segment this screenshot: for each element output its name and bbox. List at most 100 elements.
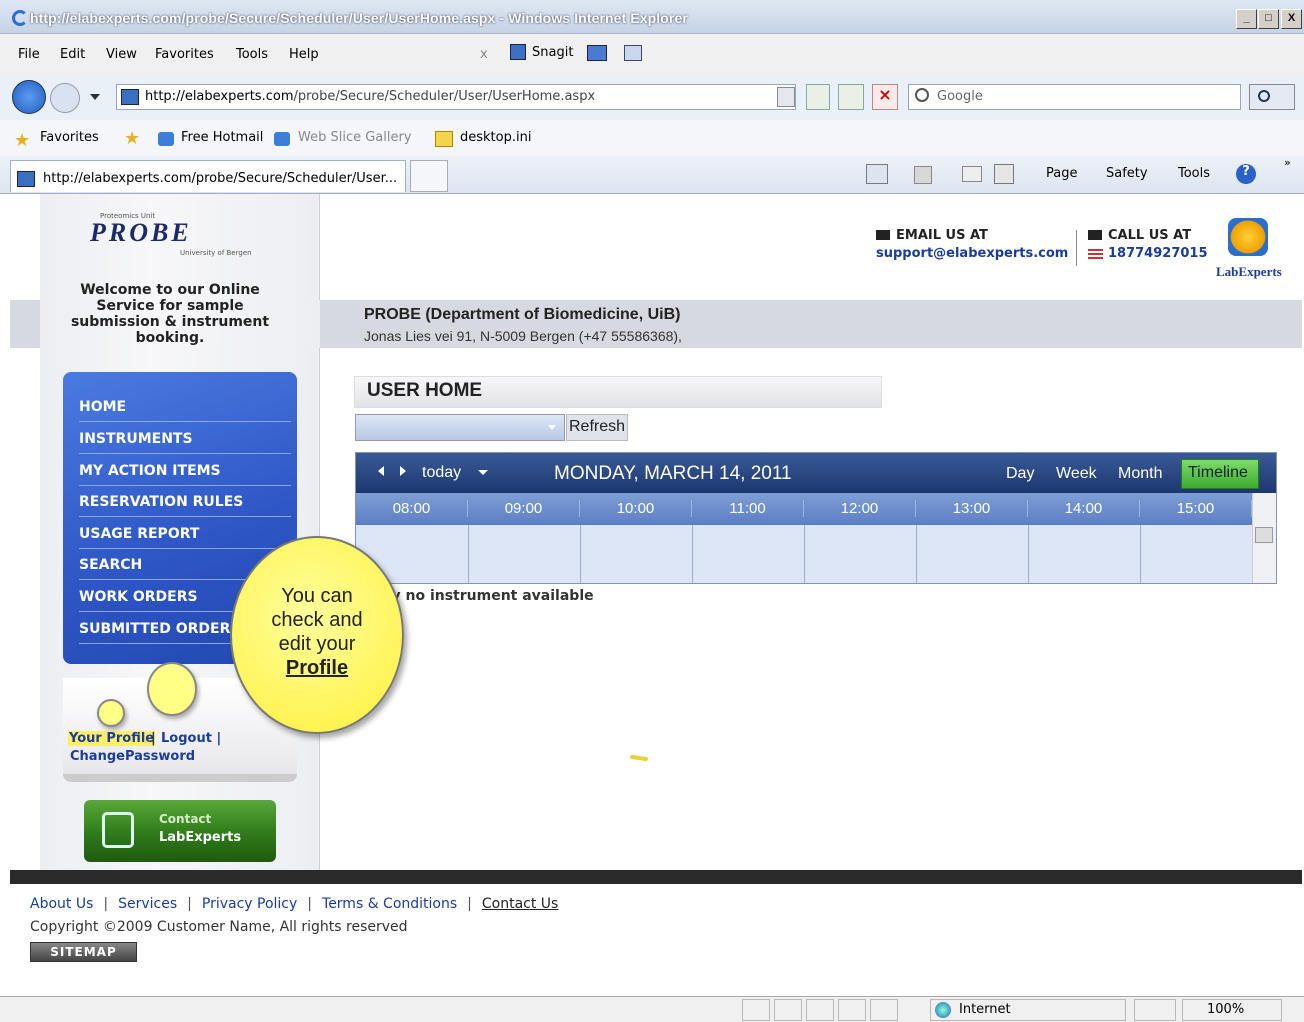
- add-favorite-icon[interactable]: ★: [124, 128, 140, 149]
- menu-file[interactable]: File: [18, 47, 40, 62]
- hour-header: 08:00 09:00 10:00 11:00 12:00 13:00 14:0…: [356, 493, 1252, 525]
- search-box[interactable]: Google: [908, 84, 1241, 110]
- today-button[interactable]: today: [422, 464, 461, 482]
- logout-link[interactable]: Logout |: [161, 731, 221, 746]
- zone-label: Internet: [959, 1002, 1011, 1017]
- page-menu[interactable]: Page: [1046, 166, 1077, 181]
- probe-logo[interactable]: PROBE: [90, 218, 192, 248]
- nav-instruments[interactable]: INSTRUMENTS: [79, 422, 291, 454]
- instrument-select[interactable]: [355, 414, 565, 441]
- minimize-button[interactable]: _: [1236, 9, 1257, 29]
- protected-mode-icon[interactable]: [1134, 999, 1176, 1021]
- print-icon[interactable]: [994, 164, 1014, 184]
- timeline-grid[interactable]: [356, 525, 1252, 583]
- sitemap-button[interactable]: SITEMAP: [30, 942, 137, 962]
- search-icon: [915, 88, 929, 102]
- favorites-bar: ★ Favorites ★ Free Hotmail Web Slice Gal…: [0, 120, 1304, 156]
- calendar-date: MONDAY, MARCH 14, 2011: [554, 463, 792, 484]
- safety-menu[interactable]: Safety: [1106, 166, 1148, 181]
- browser-tab[interactable]: http://elabexperts.com/probe/Secure/Sche…: [10, 160, 406, 192]
- home-icon[interactable]: [866, 164, 888, 184]
- change-password-link[interactable]: ChangePassword: [70, 749, 195, 764]
- editor-icon[interactable]: [624, 45, 642, 61]
- phone-icon: [1088, 230, 1102, 240]
- view-week[interactable]: Week: [1056, 465, 1097, 483]
- left-margin: [10, 194, 40, 870]
- footer-privacy-policy[interactable]: Privacy Policy: [202, 896, 297, 912]
- tools-menu[interactable]: Tools: [1178, 166, 1210, 181]
- view-day[interactable]: Day: [1006, 465, 1034, 483]
- nav-home[interactable]: HOME: [79, 390, 291, 422]
- window-title: http://elabexperts.com/probe/Secure/Sche…: [30, 10, 688, 26]
- scroll-up-icon[interactable]: [1255, 527, 1273, 543]
- prev-day-icon[interactable]: [378, 466, 384, 476]
- nav-reservation-rules[interactable]: RESERVATION RULES: [79, 485, 291, 517]
- status-cell: [742, 999, 770, 1021]
- forward-arrow-icon[interactable]: [50, 83, 80, 113]
- callout-line2: check and: [271, 609, 363, 631]
- chevron-more-icon[interactable]: »: [1284, 156, 1291, 169]
- hour-label: 12:00: [804, 500, 916, 517]
- refresh-icon[interactable]: [838, 84, 864, 110]
- email-address[interactable]: support@elabexperts.com: [876, 246, 1068, 261]
- contact-labexperts-button[interactable]: Contact LabExperts: [84, 800, 276, 862]
- zoom-control[interactable]: 100%: [1182, 999, 1282, 1021]
- nav-usage-report[interactable]: USAGE REPORT: [79, 517, 291, 549]
- snagit-button[interactable]: Snagit: [532, 45, 573, 60]
- callout-line3: edit your: [278, 633, 356, 655]
- status-bar: Internet 100%: [0, 996, 1304, 1022]
- close-toolbar-icon[interactable]: x: [480, 47, 488, 62]
- nav-my-action-items[interactable]: MY ACTION ITEMS: [79, 454, 291, 486]
- date-picker-chevron-icon[interactable]: [478, 470, 488, 475]
- stop-icon[interactable]: ×: [872, 84, 898, 110]
- tab-favicon-icon: [17, 171, 35, 187]
- menu-favorites[interactable]: Favorites: [155, 47, 214, 62]
- fav-web-slice-gallery[interactable]: Web Slice Gallery: [298, 130, 412, 145]
- contact-line2: LabExperts: [159, 830, 242, 845]
- magnifier-icon: [1258, 90, 1270, 102]
- menu-help[interactable]: Help: [289, 47, 319, 62]
- footer-about-us[interactable]: About Us: [30, 896, 93, 912]
- address-bar[interactable]: http://elabexperts.com/probe/Secure/Sche…: [116, 84, 796, 110]
- new-tab-button[interactable]: [410, 160, 448, 192]
- footer-separator: |: [103, 896, 109, 912]
- help-icon[interactable]: ?: [1236, 164, 1256, 184]
- history-chevron-down-icon[interactable]: [90, 94, 100, 100]
- fav-free-hotmail[interactable]: Free Hotmail: [181, 130, 263, 145]
- mail-icon[interactable]: [962, 166, 982, 182]
- compatibility-view-icon[interactable]: [806, 84, 830, 110]
- your-profile-link[interactable]: Your Profile: [68, 731, 156, 746]
- email-label: EMAIL US AT: [896, 228, 988, 243]
- logo-subtitle: University of Bergen: [180, 249, 252, 257]
- maximize-button[interactable]: □: [1258, 9, 1279, 29]
- calendar-scrollbar[interactable]: [1252, 493, 1276, 583]
- contact-line1: Contact: [159, 812, 212, 826]
- menu-edit[interactable]: Edit: [60, 47, 85, 62]
- hour-label: 14:00: [1028, 500, 1140, 517]
- close-button[interactable]: X: [1281, 9, 1302, 29]
- address-dropdown-icon[interactable]: [777, 87, 795, 107]
- address-url[interactable]: http://elabexperts.com/probe/Secure/Sche…: [145, 89, 595, 104]
- menu-tools[interactable]: Tools: [236, 47, 268, 62]
- calendar-header: today MONDAY, MARCH 14, 2011 Day Week Mo…: [356, 453, 1276, 493]
- search-go-button[interactable]: [1249, 84, 1295, 110]
- capture-window-icon[interactable]: [587, 45, 607, 61]
- footer-terms[interactable]: Terms & Conditions: [322, 896, 457, 912]
- page-title: USER HOME: [354, 376, 882, 408]
- view-timeline[interactable]: Timeline: [1181, 459, 1259, 489]
- next-day-icon[interactable]: [400, 466, 406, 476]
- grid-line: [1140, 525, 1141, 583]
- feeds-icon[interactable]: [914, 166, 932, 184]
- footer-separator: |: [307, 896, 313, 912]
- footer-divider: [10, 870, 1302, 884]
- menu-view[interactable]: View: [106, 47, 137, 62]
- contact-card-icon: [102, 812, 134, 848]
- favorites-button[interactable]: Favorites: [40, 130, 99, 145]
- back-arrow-icon[interactable]: [12, 80, 46, 114]
- copyright: Copyright ©2009 Customer Name, All right…: [30, 919, 408, 935]
- footer-services[interactable]: Services: [118, 896, 177, 912]
- fav-desktop-ini[interactable]: desktop.ini: [460, 130, 531, 145]
- footer-contact-us[interactable]: Contact Us: [482, 896, 558, 912]
- view-month[interactable]: Month: [1118, 465, 1162, 483]
- refresh-button[interactable]: Refresh: [566, 414, 628, 441]
